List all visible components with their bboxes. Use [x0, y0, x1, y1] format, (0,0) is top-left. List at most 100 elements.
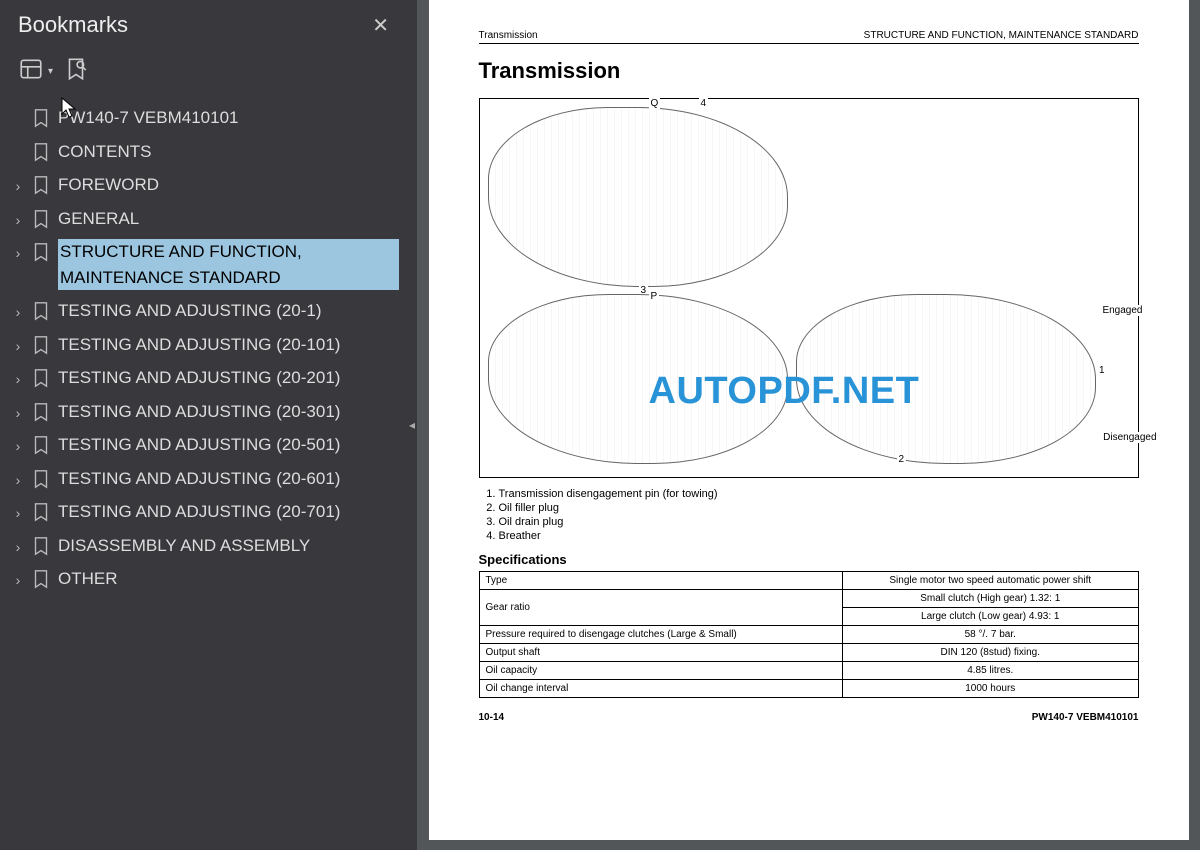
spec-label: Output shaft	[479, 644, 843, 662]
spec-label: Gear ratio	[479, 590, 843, 626]
legend-item: Oil drain plug	[499, 516, 1139, 528]
bookmark-list: PW140-7 VEBM410101 CONTENTS › FOREWORD › GENE…	[0, 101, 407, 596]
bookmark-item[interactable]: › TESTING AND ADJUSTING (20-101)	[8, 328, 407, 362]
bookmark-label: TESTING AND ADJUSTING (20-701)	[58, 499, 399, 525]
chevron-right-icon[interactable]: ›	[10, 210, 26, 231]
spec-value: 1000 hours	[843, 680, 1138, 698]
bookmark-label: CONTENTS	[58, 139, 399, 165]
specifications-table: Type Single motor two speed automatic po…	[479, 571, 1139, 698]
bookmark-icon	[30, 367, 52, 389]
legend-item: Transmission disengagement pin (for towi…	[499, 488, 1139, 500]
bookmark-item[interactable]: ›TESTING AND ADJUSTING (20-601)	[8, 462, 407, 496]
document-viewport[interactable]: Transmission STRUCTURE AND FUNCTION, MAI…	[417, 0, 1200, 850]
bookmark-label: DISASSEMBLY AND ASSEMBLY	[58, 533, 399, 559]
spec-label: Pressure required to disengage clutches …	[479, 626, 843, 644]
bookmark-icon	[30, 300, 52, 322]
bookmark-label: TESTING AND ADJUSTING (20-201)	[58, 365, 399, 391]
diagram-label-disengaged: Disengaged	[1101, 432, 1158, 443]
diagram-bottom-right-view: Engaged 1 Disengaged 2	[796, 294, 1096, 464]
chevron-right-icon[interactable]: ›	[10, 336, 26, 357]
table-row: Oil capacity 4.85 litres.	[479, 662, 1138, 680]
chevron-right-icon[interactable]: ›	[10, 369, 26, 390]
legend-item: Breather	[499, 530, 1139, 542]
transmission-diagram: Q 4 3 P Engaged 1 Disengaged 2	[479, 98, 1139, 478]
diagram-label-2: 2	[897, 454, 907, 465]
chevron-right-icon[interactable]: ›	[10, 470, 26, 491]
chevron-right-icon[interactable]: ›	[10, 302, 26, 323]
table-row: Gear ratio Small clutch (High gear) 1.32…	[479, 590, 1138, 608]
bookmark-icon	[30, 434, 52, 456]
bookmark-label: GENERAL	[58, 206, 399, 232]
bookmark-item[interactable]: › STRUCTURE AND FUNCTION, MAINTENANCE STA…	[8, 235, 407, 294]
page-footer: 10-14 PW140-7 VEBM410101	[479, 712, 1139, 723]
chevron-right-icon[interactable]: ›	[10, 243, 26, 264]
bookmark-icon	[30, 107, 52, 129]
spec-value: Large clutch (Low gear) 4.93: 1	[843, 608, 1138, 626]
bookmark-icon	[30, 468, 52, 490]
diagram-label-1: 1	[1097, 365, 1107, 376]
bookmark-label: PW140-7 VEBM410101	[58, 105, 399, 131]
table-row: Pressure required to disengage clutches …	[479, 626, 1138, 644]
spec-label: Oil change interval	[479, 680, 843, 698]
bookmark-item[interactable]: ›OTHER	[8, 562, 407, 596]
splitter-handle-icon[interactable]: ◂	[408, 410, 416, 440]
outline-dropdown-icon[interactable]: ▾	[48, 66, 53, 77]
chevron-right-icon[interactable]: ›	[10, 537, 26, 558]
bookmark-icon	[30, 568, 52, 590]
find-bookmark-icon[interactable]	[63, 56, 89, 87]
legend-item: Oil filler plug	[499, 502, 1139, 514]
bookmark-label: TESTING AND ADJUSTING (20-501)	[58, 432, 399, 458]
header-left: Transmission	[479, 30, 538, 41]
mouse-cursor-icon	[60, 96, 80, 125]
sidebar-toolbar: ▾	[0, 46, 407, 101]
table-row: Output shaft DIN 120 (8stud) fixing.	[479, 644, 1138, 662]
sidebar-header: Bookmarks ✕	[0, 0, 407, 46]
diagram-label-q: Q	[649, 98, 661, 109]
spec-label: Type	[479, 572, 843, 590]
footer-doc-id: PW140-7 VEBM410101	[1032, 712, 1139, 723]
bookmark-item[interactable]: CONTENTS	[8, 135, 407, 169]
bookmarks-sidebar: Bookmarks ✕ ▾ PW140-7 VEBM410101 CONTENTS…	[0, 0, 407, 850]
chevron-right-icon[interactable]: ›	[10, 176, 26, 197]
diagram-legend: Transmission disengagement pin (for towi…	[499, 488, 1139, 542]
bookmark-item[interactable]: ›TESTING AND ADJUSTING (20-1)	[8, 294, 407, 328]
bookmark-item[interactable]: › TESTING AND ADJUSTING (20-201)	[8, 361, 407, 395]
bookmark-icon	[30, 208, 52, 230]
bookmark-label: FOREWORD	[58, 172, 399, 198]
page-header: Transmission STRUCTURE AND FUNCTION, MAI…	[479, 30, 1139, 44]
chevron-right-icon[interactable]: ›	[10, 436, 26, 457]
spec-value: 58 °/. 7 bar.	[843, 626, 1138, 644]
bookmark-item[interactable]: › FOREWORD	[8, 168, 407, 202]
diagram-bottom-left-view: P	[488, 294, 788, 464]
bookmark-icon	[30, 501, 52, 523]
table-row: Oil change interval 1000 hours	[479, 680, 1138, 698]
spec-value: 4.85 litres.	[843, 662, 1138, 680]
close-icon[interactable]: ✕	[372, 13, 389, 38]
sidebar-title: Bookmarks	[18, 12, 128, 38]
bookmark-icon	[30, 334, 52, 356]
bookmark-item[interactable]: › TESTING AND ADJUSTING (20-301)	[8, 395, 407, 429]
bookmark-label: TESTING AND ADJUSTING (20-101)	[58, 332, 399, 358]
footer-page-number: 10-14	[479, 712, 505, 723]
chevron-right-icon[interactable]: ›	[10, 570, 26, 591]
spec-value: Small clutch (High gear) 1.32: 1	[843, 590, 1138, 608]
bookmark-item[interactable]: › TESTING AND ADJUSTING (20-701)	[8, 495, 407, 529]
bookmark-item[interactable]: › DISASSEMBLY AND ASSEMBLY	[8, 529, 407, 563]
bookmark-item[interactable]: › GENERAL	[8, 202, 407, 236]
sidebar-splitter[interactable]: ◂	[407, 0, 417, 850]
diagram-label-4: 4	[699, 98, 709, 109]
chevron-right-icon[interactable]: ›	[10, 503, 26, 524]
specifications-heading: Specifications	[479, 552, 1139, 567]
spec-value: Single motor two speed automatic power s…	[843, 572, 1138, 590]
bookmark-item[interactable]: › TESTING AND ADJUSTING (20-501)	[8, 428, 407, 462]
chevron-right-icon[interactable]: ›	[10, 403, 26, 424]
bookmark-icon	[30, 535, 52, 557]
diagram-label-engaged: Engaged	[1100, 305, 1144, 316]
spec-value: DIN 120 (8stud) fixing.	[843, 644, 1138, 662]
spec-label: Oil capacity	[479, 662, 843, 680]
bookmark-label: TESTING AND ADJUSTING (20-301)	[58, 399, 399, 425]
bookmark-label: STRUCTURE AND FUNCTION, MAINTENANCE STAN…	[58, 239, 399, 290]
outline-view-icon[interactable]	[18, 56, 44, 87]
document-page: Transmission STRUCTURE AND FUNCTION, MAI…	[429, 0, 1189, 840]
page-title: Transmission	[479, 58, 1139, 84]
